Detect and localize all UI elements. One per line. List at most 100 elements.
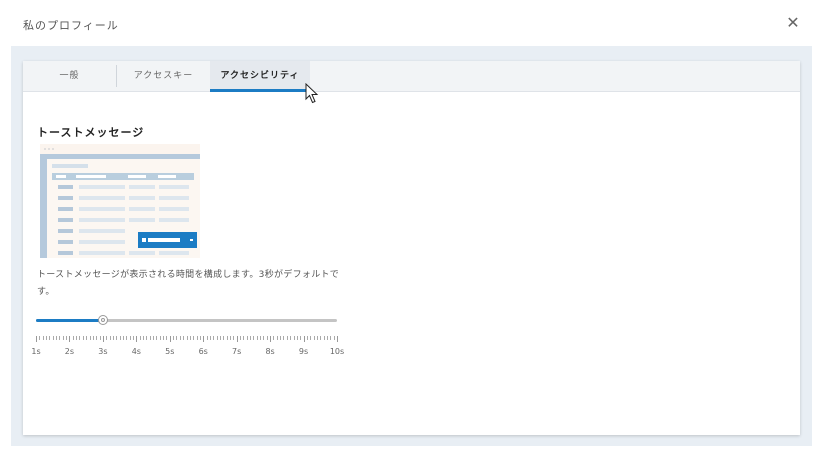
tab-bar: 一般 アクセスキー アクセシビリティ <box>23 61 800 92</box>
major-tick <box>270 336 272 342</box>
minor-tick <box>99 336 101 340</box>
minor-tick <box>49 336 51 340</box>
minor-tick <box>76 336 78 340</box>
minor-tick <box>223 336 225 340</box>
minor-tick <box>122 336 124 340</box>
minor-tick <box>189 336 191 340</box>
minor-tick <box>209 336 211 340</box>
minor-tick <box>216 336 218 340</box>
major-tick <box>136 336 138 342</box>
minor-tick <box>276 336 278 340</box>
minor-tick <box>146 336 148 340</box>
minor-tick <box>310 336 312 340</box>
minor-tick <box>179 336 181 340</box>
tick-label: 5s <box>165 347 175 356</box>
tab-accessibility[interactable]: アクセシビリティ <box>210 61 310 92</box>
tab-general[interactable]: 一般 <box>23 61 116 91</box>
minor-tick <box>112 336 114 340</box>
minor-tick <box>266 336 268 340</box>
minor-tick <box>219 336 221 340</box>
minor-tick <box>139 336 141 340</box>
minor-tick <box>293 336 295 340</box>
minor-tick <box>196 336 198 340</box>
minor-tick <box>86 336 88 340</box>
tick-label: 1s <box>31 347 41 356</box>
settings-card: 一般 アクセスキー アクセシビリティ トーストメッセージ トーストメッセージが表… <box>23 61 800 435</box>
minor-tick <box>52 336 54 340</box>
toast-description: トーストメッセージが表示される時間を構成します。3秒がデフォルトです。 <box>37 270 340 297</box>
major-tick <box>203 336 205 342</box>
minor-tick <box>313 336 315 340</box>
minor-tick <box>316 336 318 340</box>
minor-tick <box>166 336 168 340</box>
major-tick <box>102 336 104 342</box>
close-icon[interactable]: ✕ <box>783 13 803 33</box>
minor-tick <box>119 336 121 340</box>
minor-tick <box>290 336 292 340</box>
minor-tick <box>62 336 64 340</box>
minor-tick <box>46 336 48 340</box>
tick-label: 3s <box>98 347 108 356</box>
toast-section-title: トーストメッセージ <box>37 126 145 139</box>
minor-tick <box>306 336 308 340</box>
minor-tick <box>116 336 118 340</box>
minor-tick <box>240 336 241 340</box>
minor-tick <box>173 336 175 340</box>
minor-tick <box>253 336 255 340</box>
minor-tick <box>283 336 285 340</box>
minor-tick <box>156 336 158 340</box>
minor-tick <box>326 336 328 340</box>
minor-tick <box>246 336 248 340</box>
dialog-header: 私のプロフィール ✕ <box>0 0 823 46</box>
minor-tick <box>79 336 81 340</box>
minor-tick <box>320 336 322 340</box>
minor-tick <box>39 336 41 340</box>
minor-tick <box>243 336 245 340</box>
slider-thumb[interactable] <box>98 315 108 325</box>
toast-preview-illustration <box>40 144 200 258</box>
minor-tick <box>256 336 258 340</box>
minor-tick <box>72 336 74 340</box>
minor-tick <box>59 336 61 340</box>
major-tick <box>303 336 305 342</box>
minor-tick <box>226 336 228 340</box>
minor-tick <box>286 336 288 340</box>
minor-tick <box>82 336 84 340</box>
major-tick <box>337 336 338 342</box>
mouse-pointer-icon <box>305 83 319 104</box>
minor-tick <box>126 336 128 340</box>
minor-tick <box>42 336 44 340</box>
minor-tick <box>149 336 151 340</box>
tab-access-keys[interactable]: アクセスキー <box>117 61 210 91</box>
minor-tick <box>330 336 332 340</box>
minor-tick <box>296 336 298 340</box>
major-tick <box>69 336 71 342</box>
minor-tick <box>153 336 155 340</box>
minor-tick <box>176 336 178 340</box>
minor-tick <box>250 336 252 340</box>
minor-tick <box>89 336 91 340</box>
tick-label: 9s <box>298 347 309 356</box>
major-tick <box>169 336 171 342</box>
minor-tick <box>206 336 208 340</box>
minor-tick <box>159 336 161 340</box>
tick-label: 2s <box>64 347 75 356</box>
minor-tick <box>96 336 98 340</box>
slider-scale: 1s 2s 3s 4s 5s 6s 7s 8s 9s 10s <box>31 336 344 366</box>
tick-label: 8s <box>265 347 275 356</box>
tick-label: 7s <box>232 347 242 356</box>
minor-tick <box>183 336 185 340</box>
minor-tick <box>193 336 195 340</box>
minor-tick <box>229 336 231 340</box>
minor-tick <box>213 336 215 340</box>
minor-tick <box>323 336 325 340</box>
minor-tick <box>186 336 188 340</box>
minor-tick <box>106 336 108 340</box>
minor-tick <box>56 336 58 340</box>
minor-tick <box>273 336 275 340</box>
toast-duration-slider[interactable] <box>36 313 337 327</box>
minor-tick <box>280 336 282 340</box>
minor-tick <box>132 336 134 340</box>
minor-tick <box>300 336 302 340</box>
minor-tick <box>263 336 265 340</box>
